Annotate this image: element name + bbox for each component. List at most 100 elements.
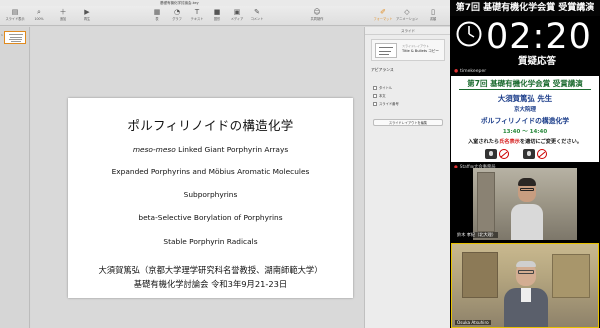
background-door [477,172,495,232]
background-shelf [462,252,498,298]
participant-video-1[interactable]: 鈴木 孝紀（北大理） [451,168,599,240]
format-button[interactable]: ✐ フォーマット [372,8,394,24]
bullet-text: beta-Selective Borylation of Porphyrins [138,213,283,222]
appearance-heading: アピアランス [371,67,394,72]
chart-icon: ◔ [173,8,181,16]
active-speaker-video[interactable]: Osuka Atsuhiro [451,243,599,328]
keynote-toolbar: ▤ スライド表示 ⌕ 100% ＋ 追加 ▶ 再生 ▦ 表 ◔ グラフ T テキ… [0,6,450,26]
slide-bullet-1[interactable]: meso-meso Linked Giant Porphyrin Arrays [68,145,353,154]
slide-bullet-5[interactable]: Stable Porphyrin Radicals [68,237,353,246]
media-button[interactable]: ▣ メディア [226,8,248,24]
animate-icon: ◇ [404,8,410,16]
zoom-icon: ⌕ [37,8,41,16]
comment-icon: ✎ [254,8,260,16]
checkbox[interactable] [373,101,377,106]
video-frame [452,244,598,327]
slide-bullet-4[interactable]: beta-Selective Borylation of Porphyrins [68,213,353,222]
speaker-silhouette [504,261,548,327]
card-title: 第7回 基礎有機化学会賞 受賞講演 [467,79,583,88]
sidebar-view-button[interactable]: ▤ スライド表示 [4,8,26,24]
collaborate-icon: ☺ [313,8,321,16]
table-button[interactable]: ▦ 表 [146,8,168,24]
zoom-button[interactable]: ⌕ 100% [28,8,50,24]
play-button[interactable]: ▶ 再生 [76,8,98,24]
text-button[interactable]: T テキスト [186,8,208,24]
checkbox-title[interactable]: タイトル [373,77,392,90]
lecture-info-card: 第7回 基礎有機化学会賞 受賞講演 大須賀篤弘 先生 京大院理 ポルフィリノイド… [451,76,599,162]
toolbar-label: スライド表示 [5,17,25,21]
toolbar-label: グラフ [172,17,182,21]
document-button[interactable]: ▯ 書類 [422,8,444,24]
clock-icon [456,21,482,47]
bullet-text: Expanded Porphyrins and Möbius Aromatic … [111,167,310,176]
participant-hair [518,178,536,186]
checkbox-body[interactable]: 本文 [373,85,386,98]
toolbar-label: メディア [230,17,244,21]
shape-button[interactable]: ■ 図形 [206,8,228,24]
thumb-text-line [11,41,21,42]
toolbar-label: 100% [34,17,44,21]
edit-slide-layout-button[interactable]: スライドレイアウトを編集 [373,119,443,126]
toolbar-label: 再生 [83,17,91,21]
prohibited-icon [499,149,509,159]
add-slide-button[interactable]: ＋ 追加 [52,8,74,24]
comment-button[interactable]: ✎ コメント [246,8,268,24]
chart-button[interactable]: ◔ グラフ [166,8,188,24]
layout-preview-line [379,51,391,52]
slide-event[interactable]: 基礎有機化学討論会 令和3年9月21-23日 [68,278,353,290]
participant-name: 鈴木 孝紀（北大理） [455,232,499,238]
toolbar-label: 表 [155,17,159,21]
speaker-name: Osuka Atsuhiro [455,320,491,325]
timer-display: 02:20 質疑応答 [450,17,600,67]
inspector-tab-slide[interactable]: スライド [365,27,450,35]
table-icon: ▦ [153,8,161,16]
camera-icon [523,149,535,159]
slide-canvas[interactable]: ポルフィリノイドの構造化学 meso-meso Linked Giant Por… [31,27,364,328]
timer-digits: 02:20 [486,17,592,57]
toolbar-label: アニメーション [396,17,418,21]
participant-silhouette [511,178,543,240]
notice-text: を適切にご変更ください。 [519,139,583,145]
slide-layout-selector[interactable]: スライドレイアウト Title & Bullets コピー [371,39,445,61]
shape-icon: ■ [213,8,221,16]
toolbar-label: 図形 [213,17,221,21]
bullet-text: Linked Giant Porphyrin Arrays [175,145,289,154]
background-shelf [552,254,590,298]
checkbox-slide-number[interactable]: スライド番号 [373,93,399,106]
italic-text: meso-meso [132,145,176,154]
toolbar-label: コメント [250,17,264,21]
toolbar-label: テキスト [190,17,204,21]
text-icon: T [194,8,200,16]
slide-navigator: 1 [0,27,30,328]
mic-muted-icon: ● [454,69,459,74]
card-topic: ポルフィリノイドの構造化学 [480,117,570,125]
toolbar-label: 追加 [59,17,67,21]
layout-caption: スライドレイアウト [402,44,430,48]
format-icon: ✐ [380,8,386,16]
collaborate-button[interactable]: ☺ 共同制作 [306,8,328,24]
slide-author[interactable]: 大須賀篤弘（京都大学理学研究科名誉教授、湖南師範大学） [68,264,353,276]
slide-bullet-2[interactable]: Expanded Porphyrins and Möbius Aromatic … [68,167,353,176]
card-affiliation: 京大院理 [513,107,536,113]
card-divider [459,89,591,90]
slide[interactable]: ポルフィリノイドの構造化学 meso-meso Linked Giant Por… [68,98,353,298]
toolbar-label: フォーマット [373,17,393,21]
toolbar-label: 共同制作 [310,17,324,21]
checkbox-label: スライド番号 [379,102,399,106]
slide-thumbnail[interactable] [4,31,26,44]
layout-preview-line [379,54,389,55]
thumb-text-line [10,37,22,38]
media-icon: ▣ [233,8,241,16]
layout-preview-line [379,47,393,48]
notice-highlight: 氏名表示 [499,139,520,145]
format-inspector: スライド スライドレイアウト Title & Bullets コピー アピアラン… [364,27,450,328]
sidebar-icon: ▤ [11,8,19,16]
notice-text: 入室されたら [467,139,500,145]
speaker-collar [521,288,531,302]
toolbar-label: 書類 [429,17,437,21]
thumb-text-line [9,39,22,40]
slide-bullet-3[interactable]: Subporphyrins [68,190,353,199]
animate-button[interactable]: ◇ アニメーション [396,8,418,24]
card-time: 13:40 ～ 14:40 [502,129,548,135]
slide-title[interactable]: ポルフィリノイドの構造化学 [68,115,353,134]
